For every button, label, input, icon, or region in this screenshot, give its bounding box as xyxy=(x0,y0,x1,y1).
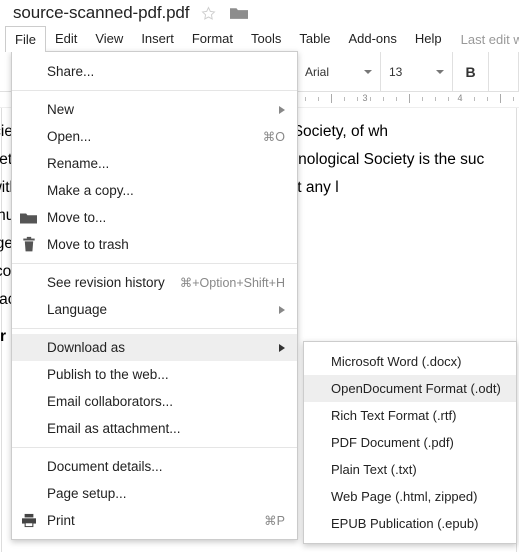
folder-icon[interactable] xyxy=(230,6,249,20)
menubar-item-addons[interactable]: Add-ons xyxy=(339,26,405,52)
menubar-item-format[interactable]: Format xyxy=(183,26,242,52)
menu-item-label: Print xyxy=(47,513,75,528)
menu-item-move-to-trash[interactable]: Move to trash xyxy=(12,231,297,258)
title-icon-group xyxy=(201,5,249,21)
folder-icon xyxy=(20,209,37,226)
menubar-item-tools[interactable]: Tools xyxy=(242,26,290,52)
chevron-right-icon xyxy=(279,343,285,352)
menubar-item-insert[interactable]: Insert xyxy=(132,26,183,52)
menu-item-print[interactable]: Print ⌘P xyxy=(12,507,297,534)
menu-item-open[interactable]: Open... ⌘O xyxy=(12,123,297,150)
menu-separator xyxy=(12,263,297,264)
menu-item-label: Document details... xyxy=(47,459,163,474)
print-icon xyxy=(20,512,37,529)
bold-button[interactable]: B xyxy=(453,52,489,91)
submenu-item-odt[interactable]: OpenDocument Format (.odt) xyxy=(304,375,516,402)
menu-separator xyxy=(12,90,297,91)
menubar-item-file[interactable]: File xyxy=(5,26,46,52)
document-title[interactable]: source-scanned-pdf.pdf xyxy=(13,3,190,23)
chevron-right-icon xyxy=(279,305,285,314)
menu-bar: File Edit View Insert Format Tools Table… xyxy=(0,26,519,52)
last-edit-status: Last edit was xyxy=(460,31,519,47)
menubar-item-edit[interactable]: Edit xyxy=(46,26,86,52)
menu-item-email-collaborators[interactable]: Email collaborators... xyxy=(12,388,297,415)
star-outline-icon[interactable] xyxy=(201,5,216,21)
menu-item-move-to[interactable]: Move to... xyxy=(12,204,297,231)
menu-item-label: See revision history xyxy=(47,275,165,290)
menu-item-label: Download as xyxy=(47,340,126,355)
submenu-item-epub[interactable]: EPUB Publication (.epub) xyxy=(304,510,516,537)
menu-item-document-details[interactable]: Document details... xyxy=(12,453,297,480)
menubar-item-help[interactable]: Help xyxy=(406,26,451,52)
menu-item-label: Email as attachment... xyxy=(47,421,181,436)
font-size-value: 13 xyxy=(389,64,403,79)
menu-item-label: Publish to the web... xyxy=(47,367,169,382)
menu-item-make-a-copy[interactable]: Make a copy... xyxy=(12,177,297,204)
submenu-item-html[interactable]: Web Page (.html, zipped) xyxy=(304,483,516,510)
menu-item-shortcut: ⌘P xyxy=(264,514,285,528)
font-size-select[interactable]: 13 xyxy=(381,52,453,91)
menu-item-new[interactable]: New xyxy=(12,96,297,123)
submenu-item-txt[interactable]: Plain Text (.txt) xyxy=(304,456,516,483)
menu-item-label: Make a copy... xyxy=(47,183,134,198)
menu-separator xyxy=(12,447,297,448)
menu-item-shortcut: ⌘O xyxy=(262,130,285,144)
submenu-item-docx[interactable]: Microsoft Word (.docx) xyxy=(304,348,516,375)
menu-item-download-as[interactable]: Download as xyxy=(12,334,297,361)
ruler-number-3: 3 xyxy=(362,93,368,103)
menu-item-shortcut: ⌘+Option+Shift+H xyxy=(179,276,285,290)
menu-item-label: Share... xyxy=(47,64,95,79)
submenu-item-rtf[interactable]: Rich Text Format (.rtf) xyxy=(304,402,516,429)
submenu-item-pdf[interactable]: PDF Document (.pdf) xyxy=(304,429,516,456)
menubar-item-table[interactable]: Table xyxy=(290,26,339,52)
google-docs-window: source-scanned-pdf.pdf File Edit View In… xyxy=(0,0,519,552)
menu-item-email-as-attachment[interactable]: Email as attachment... xyxy=(12,415,297,442)
italic-button[interactable] xyxy=(489,52,519,91)
menu-item-share[interactable]: Share... xyxy=(12,58,297,85)
font-family-value: Arial xyxy=(305,64,330,79)
menu-item-page-setup[interactable]: Page setup... xyxy=(12,480,297,507)
menubar-item-view[interactable]: View xyxy=(86,26,132,52)
menu-item-see-revision-history[interactable]: See revision history ⌘+Option+Shift+H xyxy=(12,269,297,296)
menu-item-rename[interactable]: Rename... xyxy=(12,150,297,177)
menu-item-label: New xyxy=(47,102,75,117)
menu-item-label: Move to... xyxy=(47,210,107,225)
menu-item-label: Page setup... xyxy=(47,486,127,501)
menu-item-label: Open... xyxy=(47,129,92,144)
download-as-submenu: Microsoft Word (.docx) OpenDocument Form… xyxy=(303,341,517,544)
title-bar: source-scanned-pdf.pdf xyxy=(0,0,519,26)
menu-separator xyxy=(12,328,297,329)
font-family-select[interactable]: Arial xyxy=(297,52,381,91)
chevron-down-icon xyxy=(436,69,444,74)
menu-item-language[interactable]: Language xyxy=(12,296,297,323)
menu-item-label: Email collaborators... xyxy=(47,394,174,409)
menu-item-label: Rename... xyxy=(47,156,110,171)
trash-icon xyxy=(20,236,37,253)
menu-item-publish-to-the-web[interactable]: Publish to the web... xyxy=(12,361,297,388)
file-menu-dropdown: Share... New Open... ⌘O Rename... Make a… xyxy=(11,51,298,540)
menu-item-label: Move to trash xyxy=(47,237,129,252)
chevron-right-icon xyxy=(279,105,285,114)
chevron-down-icon xyxy=(364,69,372,74)
menu-item-label: Language xyxy=(47,302,108,317)
